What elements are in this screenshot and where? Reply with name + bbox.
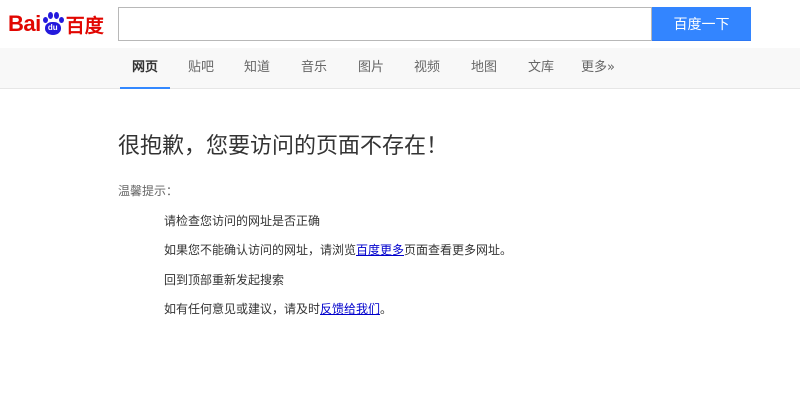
nav-tab-map[interactable]: 地图 <box>471 48 497 88</box>
tip-browse-more: 如果您不能确认访问的网址，请浏览百度更多页面查看更多网址。 <box>164 241 512 258</box>
nav-tab-images[interactable]: 图片 <box>358 48 384 88</box>
paw-icon: du <box>42 12 64 36</box>
logo-text-chinese: 百度 <box>65 14 104 37</box>
nav-tab-video[interactable]: 视频 <box>414 48 440 88</box>
search-button[interactable]: 百度一下 <box>652 7 751 41</box>
search-input[interactable] <box>119 8 651 40</box>
tip-feedback-suffix: 。 <box>380 302 393 316</box>
logo-paw-text: du <box>47 23 58 32</box>
header: Bai du 百度 百度一下 <box>0 0 800 48</box>
nav-tab-zhidao[interactable]: 知道 <box>244 48 270 88</box>
tip-feedback: 如有任何意见或建议，请及时反馈给我们。 <box>164 300 392 317</box>
tip-browse-suffix: 页面查看更多网址。 <box>404 243 513 257</box>
tip-browse-prefix: 如果您不能确认访问的网址，请浏览 <box>164 243 357 257</box>
logo-text-latin: Bai <box>8 11 41 36</box>
baidu-logo[interactable]: Bai du 百度 <box>8 9 104 39</box>
tips-heading: 温馨提示： <box>118 184 179 198</box>
search-category-nav: 网页 贴吧 知道 音乐 图片 视频 地图 文库 更多» <box>0 48 800 89</box>
nav-tab-more[interactable]: 更多» <box>581 48 615 88</box>
error-title: 很抱歉，您要访问的页面不存在！ <box>118 134 449 159</box>
search-box <box>118 7 652 41</box>
feedback-link[interactable]: 反馈给我们 <box>320 302 380 316</box>
nav-tab-music[interactable]: 音乐 <box>301 48 327 88</box>
nav-tab-wenku[interactable]: 文库 <box>528 48 554 88</box>
baidu-more-link[interactable]: 百度更多 <box>356 243 404 257</box>
tip-check-url: 请检查您访问的网址是否正确 <box>164 214 321 228</box>
nav-tab-tieba[interactable]: 贴吧 <box>188 48 214 88</box>
nav-tab-web[interactable]: 网页 <box>119 48 171 89</box>
tip-feedback-prefix: 如有任何意见或建议，请及时 <box>164 302 321 316</box>
tip-back-home: 回到顶部重新发起搜索 <box>164 273 285 287</box>
